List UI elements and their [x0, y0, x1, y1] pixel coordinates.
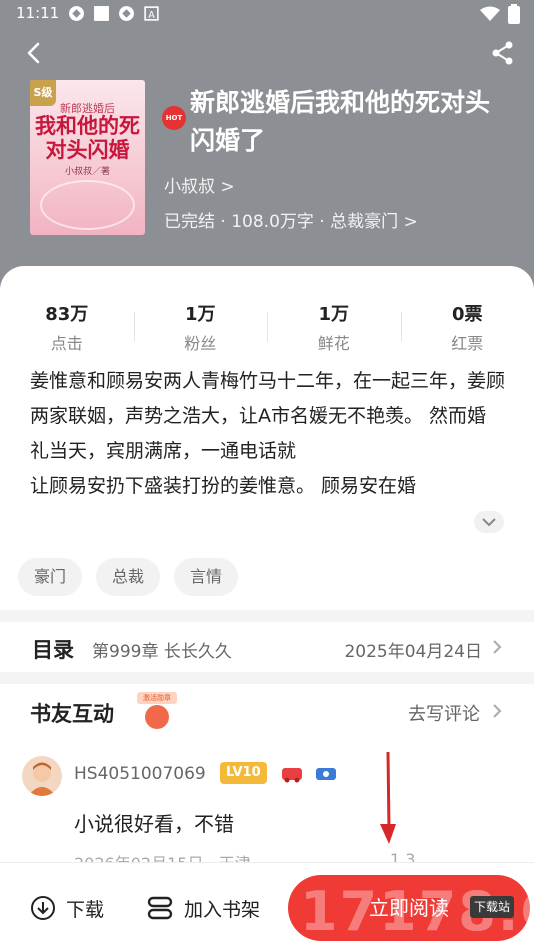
stat-value: 83万 [45, 304, 89, 325]
stat-red-tickets: 0票 红票 [400, 300, 534, 353]
a-icon: A [144, 6, 159, 21]
vip-car-icon [282, 768, 302, 783]
bookshelf-icon [147, 896, 173, 920]
author-link[interactable]: 小叔叔 > [164, 172, 235, 197]
stat-label: 鲜花 [317, 334, 350, 353]
stat-clicks: 83万 点击 [0, 300, 134, 353]
add-to-shelf-label: 加入书架 [184, 898, 261, 921]
tag-item[interactable]: 总裁 [96, 558, 161, 596]
tag-list: 豪门 总裁 言情 [18, 558, 239, 596]
book-info-card: 83万 点击 1万 粉丝 1万 鲜花 0票 红票 姜惟意和顾易安两人青梅竹马十二… [0, 266, 534, 610]
stat-value: 1万 [184, 304, 216, 325]
table-of-contents-row[interactable]: 目录 第999章 长长久久 2025年04月24日 [0, 622, 534, 672]
update-date: 2025年04月24日 [344, 642, 482, 662]
book-header: 11:11 A S级 新郎逃婚后 我和他的死对头闪婚 小叔叔／著 HOT 新郎逃… [0, 0, 534, 300]
back-icon[interactable] [22, 40, 48, 66]
stat-label: 点击 [50, 334, 83, 353]
add-to-shelf-button[interactable]: 加入书架 [146, 893, 260, 923]
watermark-corner: 下载站 [470, 896, 515, 918]
avatar[interactable] [22, 756, 62, 796]
svg-text:A: A [148, 10, 155, 21]
medal-badge-icon[interactable]: 激活勋章 [137, 692, 177, 732]
book-title: 新郎逃婚后我和他的死对头闪婚了 [190, 88, 491, 155]
comment-username[interactable]: HS4051007069 [74, 764, 206, 784]
stat-fans: 1万 粉丝 [133, 300, 268, 353]
square-icon [94, 6, 109, 21]
chevron-right-icon [493, 704, 502, 718]
wifi-icon [480, 6, 500, 21]
hot-badge: HOT [162, 106, 186, 130]
expand-chevron-icon[interactable] [474, 511, 504, 533]
status-time: 11:11 [16, 4, 60, 22]
stat-value: 0票 [451, 304, 483, 325]
community-heading: 书友互动 [30, 702, 114, 726]
status-bar: 11:11 A [0, 0, 534, 30]
level-badge: LV10 [220, 762, 267, 784]
status-right [480, 4, 520, 24]
stat-label: 红票 [451, 334, 484, 353]
medal-disc [145, 705, 169, 729]
book-cover[interactable]: S级 新郎逃婚后 我和他的死对头闪婚 小叔叔／著 [30, 80, 145, 235]
app-icon [119, 6, 134, 21]
download-icon [31, 896, 55, 920]
vip-badge-icon [316, 768, 336, 780]
download-label: 下载 [66, 898, 105, 921]
battery-icon [508, 4, 520, 24]
tag-item[interactable]: 豪门 [18, 558, 83, 596]
medal-caption: 激活勋章 [137, 692, 177, 704]
book-meta-link[interactable]: 已完结 · 108.0万字 · 总裁豪门 > [164, 207, 418, 232]
cover-author-line: 小叔叔／著 [64, 167, 110, 177]
chevron-right-icon [493, 640, 502, 654]
notification-icons: A [68, 5, 160, 22]
cover-decoration [40, 180, 135, 230]
write-comment-link[interactable]: 去写评论 [408, 700, 480, 726]
app-icon [69, 6, 84, 21]
stat-label: 粉丝 [184, 334, 217, 353]
stat-flowers: 1万 鲜花 [267, 300, 401, 353]
comment-text: 小说很好看，不错 [74, 812, 234, 836]
download-button[interactable]: 下载 [30, 893, 104, 923]
stat-value: 1万 [318, 304, 350, 325]
stats-row: 83万 点击 1万 粉丝 1万 鲜花 0票 红票 [0, 300, 534, 353]
community-section: 书友互动 激活勋章 去写评论 HS4051007069 LV10 小说很好看，不… [0, 684, 534, 873]
red-arrow-annotation-icon [380, 751, 396, 844]
latest-chapter: 第999章 长长久久 [92, 642, 232, 662]
toc-heading: 目录 [32, 638, 74, 662]
user-avatar-icon [28, 762, 56, 796]
tag-item[interactable]: 言情 [174, 558, 239, 596]
cover-main-text: 我和他的死对头闪婚 [35, 113, 140, 162]
share-icon[interactable] [490, 40, 516, 66]
